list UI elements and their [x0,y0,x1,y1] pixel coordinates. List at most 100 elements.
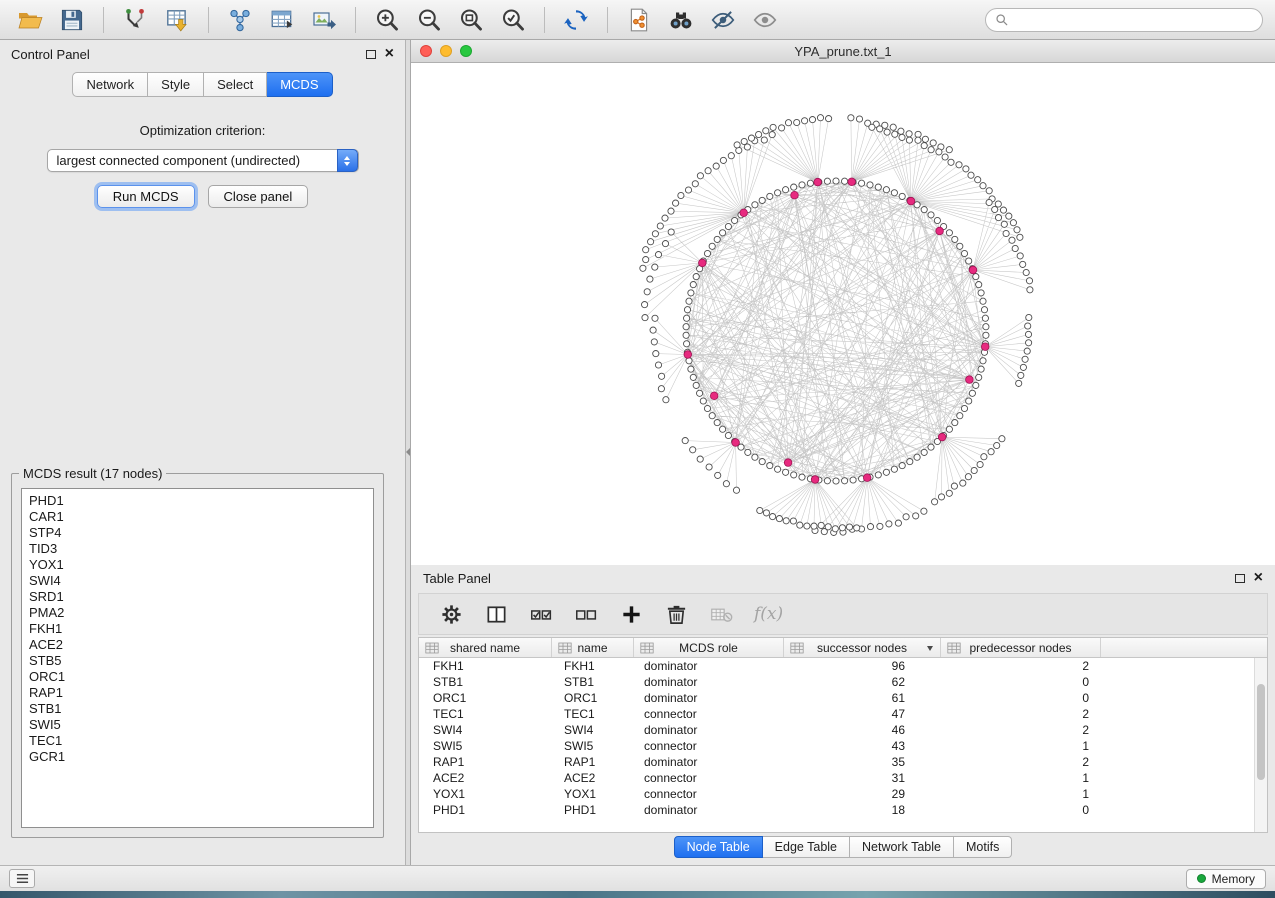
import-network-button[interactable] [117,4,153,36]
tab-mcds[interactable]: MCDS [267,72,332,97]
close-panel-icon[interactable]: × [385,49,394,59]
cell: PHD1 [552,803,634,817]
result-node-item: SWI5 [29,717,373,733]
cell: FKH1 [552,659,634,673]
table-row[interactable]: PHD1PHD1dominator180 [419,802,1267,818]
cell: 0 [941,691,1101,705]
cell: 35 [784,755,941,769]
float-panel-icon[interactable] [366,50,376,59]
cell: 2 [941,723,1101,737]
column-header-successor-nodes[interactable]: successor nodes [784,638,941,657]
table-row[interactable]: ACE2ACE2connector311 [419,770,1267,786]
cell: 2 [941,755,1101,769]
table-row[interactable]: STB1STB1dominator620 [419,674,1267,690]
splitter-collapse-icon[interactable] [406,448,410,456]
zoom-fit-button[interactable] [453,4,489,36]
status-menu-button[interactable] [9,869,35,888]
first-neighbors-button[interactable] [663,4,699,36]
scrollbar-thumb[interactable] [1257,684,1265,780]
columns-icon [485,603,508,626]
open-folder-button[interactable] [12,4,48,36]
memory-button[interactable]: Memory [1186,869,1266,889]
gear-button[interactable] [437,600,465,628]
run-mcds-button[interactable]: Run MCDS [97,185,195,208]
tab-style[interactable]: Style [148,72,204,97]
search-input[interactable] [1015,12,1253,27]
select-stepper-icon [337,149,358,172]
network-canvas[interactable] [411,63,1275,565]
optimization-criterion-select[interactable]: largest connected component (undirected) [47,149,359,172]
column-header-shared-name[interactable]: shared name [419,638,552,657]
hide-selected-button[interactable] [705,4,741,36]
columns-button[interactable] [482,600,510,628]
cell: TEC1 [552,707,634,721]
dominator-node [907,197,915,205]
cell: 0 [941,803,1101,817]
network-window-titlebar: YPA_prune.txt_1 [411,40,1275,63]
cell: SWI5 [552,739,634,753]
optimization-label: Optimization criterion: [0,123,405,138]
table-row[interactable]: SWI5SWI5connector431 [419,738,1267,754]
float-table-panel-icon[interactable] [1235,574,1245,583]
table-row[interactable]: TEC1TEC1connector472 [419,706,1267,722]
close-table-panel-icon[interactable]: × [1254,573,1263,583]
tab-network-table[interactable]: Network Table [850,836,954,858]
window-close-button[interactable] [420,45,432,57]
tab-node-table[interactable]: Node Table [674,836,763,858]
cell: dominator [634,659,784,673]
refresh-button[interactable] [558,4,594,36]
search-icon [995,13,1009,27]
show-all-button[interactable] [747,4,783,36]
check-none-button[interactable] [572,600,600,628]
dominator-node [684,351,692,359]
mcds-result-list[interactable]: PHD1CAR1STP4TID3YOX1SWI4SRD1PMA2FKH1ACE2… [21,488,374,828]
column-header-MCDS-role[interactable]: MCDS role [634,638,784,657]
close-panel-button[interactable]: Close panel [208,185,309,208]
window-minimize-button[interactable] [440,45,452,57]
column-label: predecessor nodes [969,641,1071,655]
table-row[interactable]: YOX1YOX1connector291 [419,786,1267,802]
sort-dropdown-icon[interactable] [927,646,933,651]
column-header-name[interactable]: name [552,638,634,657]
tab-network[interactable]: Network [72,72,148,97]
add-button[interactable] [617,600,645,628]
table-row[interactable]: RAP1RAP1dominator352 [419,754,1267,770]
zoom-out-button[interactable] [411,4,447,36]
dominator-node [966,376,974,384]
dominator-node [936,227,944,235]
zoom-in-button[interactable] [369,4,405,36]
tab-select[interactable]: Select [204,72,267,97]
cell: SWI4 [419,723,552,737]
function-builder-button[interactable]: f(x) [754,604,783,624]
export-image-button[interactable] [306,4,342,36]
import-public-button[interactable] [621,4,657,36]
memory-label: Memory [1212,872,1255,886]
table-row[interactable]: FKH1FKH1dominator962 [419,658,1267,674]
cell: PHD1 [419,803,552,817]
search-box[interactable] [985,8,1263,32]
table-row[interactable]: SWI4SWI4dominator462 [419,722,1267,738]
check-all-button[interactable] [527,600,555,628]
criterion-value: largest connected component (undirected) [57,153,301,168]
control-panel-header: Control Panel × [0,40,405,68]
window-zoom-button[interactable] [460,45,472,57]
table-panel-header: Table Panel × [411,565,1275,591]
dominator-node [848,178,856,186]
delete-button[interactable] [662,600,690,628]
zoom-in-icon [374,7,400,33]
toolbar-separator [355,7,356,33]
zoom-selected-button[interactable] [495,4,531,36]
column-header-predecessor-nodes[interactable]: predecessor nodes [941,638,1101,657]
new-network-button[interactable] [222,4,258,36]
table-scrollbar[interactable] [1254,658,1267,832]
cell: dominator [634,691,784,705]
network-window-title: YPA_prune.txt_1 [411,44,1275,59]
import-table-button[interactable] [159,4,195,36]
result-node-item: SRD1 [29,589,373,605]
save-button[interactable] [54,4,90,36]
tab-motifs[interactable]: Motifs [954,836,1012,858]
table-row[interactable]: ORC1ORC1dominator610 [419,690,1267,706]
cell: STB1 [552,675,634,689]
new-table-button[interactable] [264,4,300,36]
tab-edge-table[interactable]: Edge Table [763,836,850,858]
